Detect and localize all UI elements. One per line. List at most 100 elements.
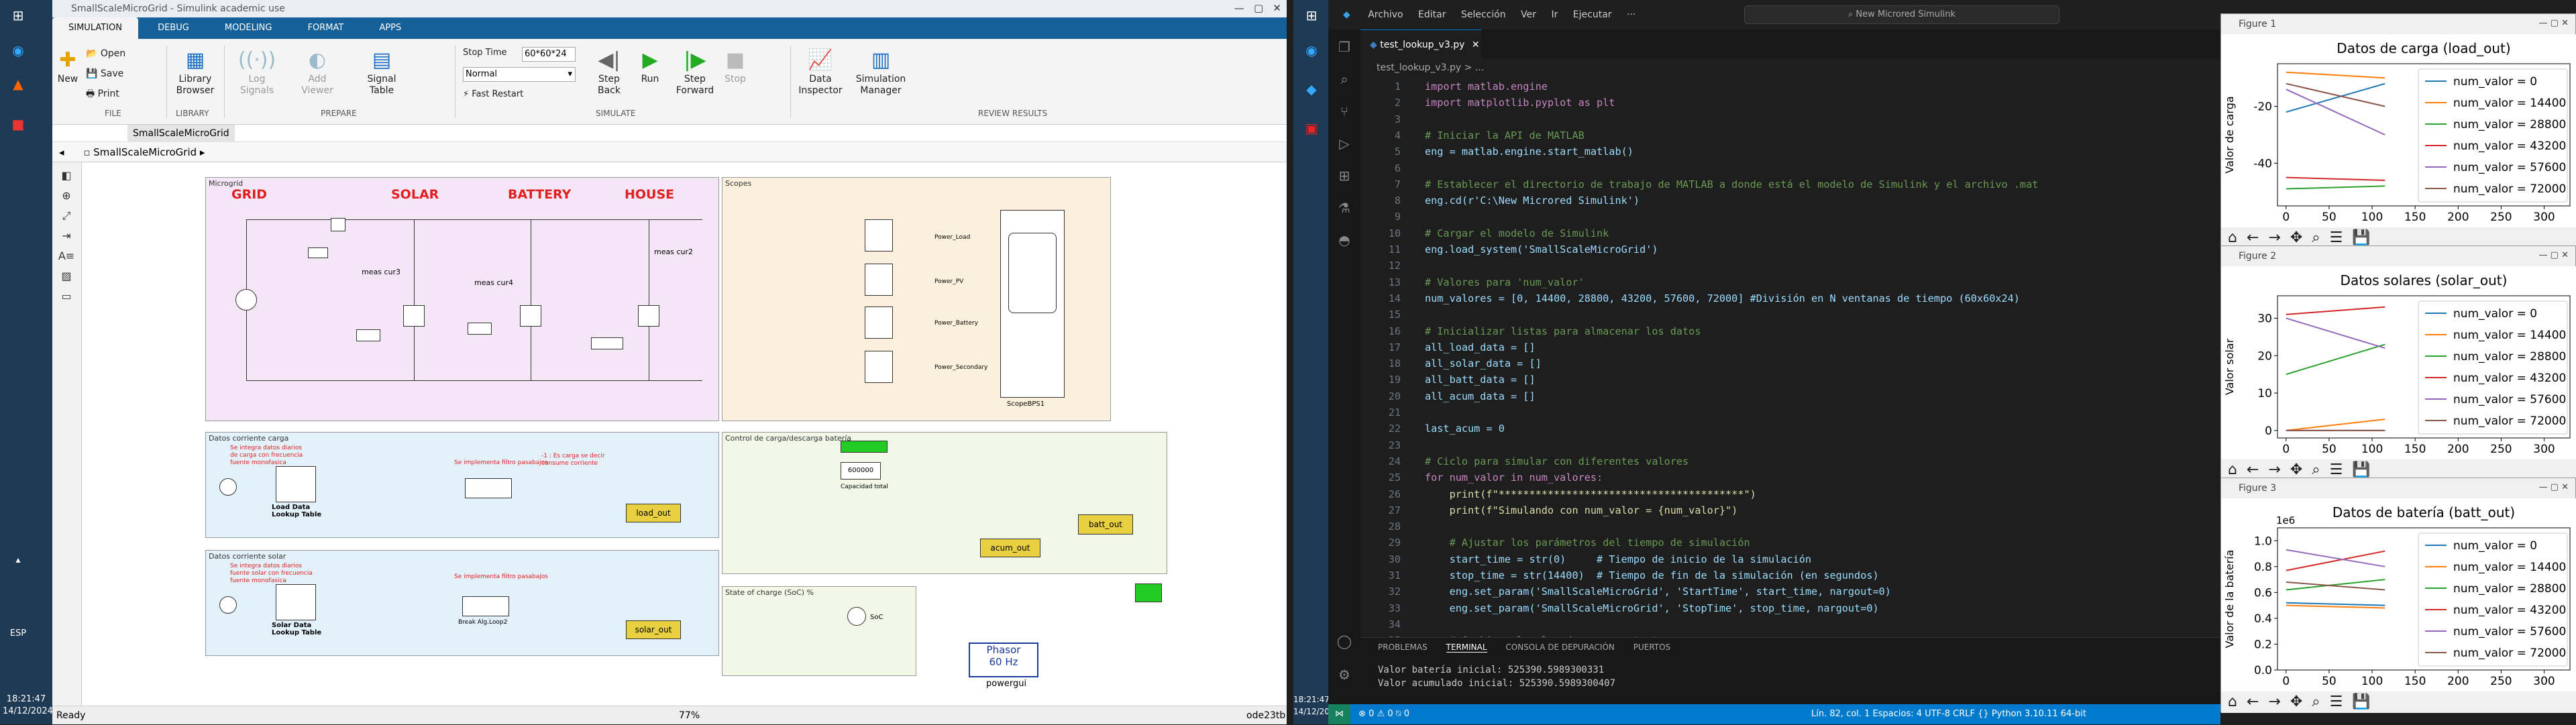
back-icon[interactable]: ← <box>2247 229 2259 246</box>
search-icon[interactable]: ⌕ <box>1336 71 1352 87</box>
simulink-icon[interactable]: ■ <box>8 114 28 134</box>
code-line[interactable]: stop_time = str(14400) # Tiempo de fin d… <box>1425 569 1879 581</box>
annotate-icon[interactable]: A≡ <box>58 249 75 266</box>
model-canvas[interactable]: Microgrid GRID SOLAR BATTERY HOUSE meas … <box>82 162 1285 706</box>
code-line[interactable]: print(f"********************************… <box>1425 488 1756 500</box>
code-line[interactable]: # Iniciar la API de MATLAB <box>1425 129 1585 142</box>
save-icon[interactable]: 💾 <box>2352 461 2370 478</box>
solar-out-block[interactable]: solar_out <box>626 620 681 639</box>
area-microgrid[interactable]: Microgrid GRID SOLAR BATTERY HOUSE meas … <box>205 177 719 421</box>
pv-block[interactable] <box>356 329 380 341</box>
load-out-block[interactable]: load_out <box>626 504 681 522</box>
tab-simulation[interactable]: SIMULATION <box>52 17 138 39</box>
power-block-2[interactable] <box>865 264 893 296</box>
break-loop-block[interactable] <box>462 596 509 616</box>
sim-mode-select[interactable]: Normal ▾ <box>463 67 576 82</box>
save-button[interactable]: 💾 Save <box>86 68 123 80</box>
ac-source-block[interactable] <box>235 289 257 311</box>
run-button[interactable]: ▶ Run <box>633 47 667 85</box>
windows-start-icon[interactable]: ⊞ <box>8 5 28 25</box>
forward-icon[interactable]: → <box>2268 229 2280 246</box>
green-display-block[interactable] <box>1135 583 1162 602</box>
menu-more[interactable]: ··· <box>1627 9 1635 20</box>
code-line[interactable]: # Ajustar los parámetros del tiempo de s… <box>1425 537 1750 549</box>
tab-modeling[interactable]: MODELING <box>209 17 288 39</box>
add-viewer-button[interactable]: ◐ Add Viewer <box>294 47 341 97</box>
code-line[interactable]: # Valores para 'num_valor' <box>1425 276 1585 288</box>
solar-lookup-block[interactable] <box>276 584 316 620</box>
code-line[interactable]: import matlab.engine <box>1425 80 1548 93</box>
zoom-icon[interactable]: ⊕ <box>58 189 75 205</box>
code-line[interactable]: import matplotlib.pyplot as plt <box>1425 97 1615 109</box>
code-line[interactable]: all_acum_data = [] <box>1425 390 1536 402</box>
display-block[interactable] <box>847 607 866 626</box>
source-control-icon[interactable]: ⑂ <box>1336 103 1352 119</box>
step-forward-button[interactable]: |▶ Step Forward <box>674 47 716 97</box>
tab-format[interactable]: FORMAT <box>292 17 360 39</box>
hide-icon[interactable]: ◧ <box>58 169 75 185</box>
close-icon[interactable]: ✕ <box>1472 40 1480 50</box>
panel-tab-ports[interactable]: PUERTOS <box>1633 643 1670 652</box>
code-line[interactable]: last_acum = 0 <box>1425 423 1505 435</box>
home-icon[interactable]: ⌂ <box>2228 693 2237 710</box>
area-icon[interactable]: ▭ <box>58 290 75 306</box>
explorer-icon[interactable]: ❐ <box>1336 39 1352 55</box>
plot-area[interactable]: Datos solares (solar_out) 0 50 100 150 200 250… <box>2221 266 2576 459</box>
acum-out-block[interactable]: acum_out <box>980 539 1040 557</box>
configure-icon[interactable]: ☰ <box>2330 229 2343 246</box>
batt-block[interactable] <box>468 323 492 335</box>
capacity-constant[interactable]: 600000 <box>841 462 881 480</box>
vsen-block[interactable] <box>308 247 328 258</box>
testing-icon[interactable]: ⚗ <box>1336 200 1352 216</box>
image-icon[interactable]: ▨ <box>58 270 75 286</box>
editor-tab[interactable]: ◆ test_lookup_v3.py ✕ <box>1360 30 1481 59</box>
zoom-icon[interactable]: ⌕ <box>2312 693 2320 710</box>
sim-manager-button[interactable]: ▥ Simulation Manager <box>851 47 911 97</box>
breadcrumb[interactable]: test_lookup_v3.py > ... <box>1360 59 2220 76</box>
code-line[interactable]: print(f"Simulando con num_valor = {num_v… <box>1425 504 1738 516</box>
plot-area[interactable]: Datos de batería (batt_out) 0 50 100 150 200 2… <box>2221 498 2576 691</box>
zoom-icon[interactable]: ⌕ <box>2312 229 2320 246</box>
sum-block[interactable] <box>331 218 345 231</box>
house-current-source[interactable] <box>638 305 659 327</box>
power-block-4[interactable] <box>865 351 893 383</box>
edge-icon[interactable]: ◉ <box>8 40 28 60</box>
account-icon[interactable]: ◯ <box>1336 633 1352 649</box>
load-lookup-block[interactable] <box>276 466 316 502</box>
code-line[interactable]: num_valores = [0, 14400, 28800, 43200, 5… <box>1425 292 2020 304</box>
tab-apps[interactable]: APPS <box>363 17 417 39</box>
menu-ejecutar[interactable]: Ejecutar <box>1573 9 1612 20</box>
code-editor[interactable]: 1 import matlab.engine 2 import matplotlib.… <box>1360 76 2220 647</box>
python-icon[interactable]: ◓ <box>1336 232 1352 248</box>
code-line[interactable]: eng.set_param('SmallScaleMicroGrid', 'St… <box>1425 602 1879 614</box>
forward-icon[interactable]: → <box>2268 461 2280 478</box>
lang-indicator[interactable]: ESP <box>8 624 28 644</box>
panel-tab-terminal[interactable]: TERMINAL <box>1446 643 1487 653</box>
panel-tab-problems[interactable]: PROBLEMAS <box>1378 643 1428 652</box>
clock[interactable]: 18:21:47 14/12/2024 <box>3 693 53 718</box>
arrow-icon[interactable]: ⇥ <box>58 229 75 245</box>
panel-tab-debug-console[interactable]: CONSOLA DE DEPURACIÓN <box>1505 643 1615 652</box>
clock-block[interactable] <box>219 596 237 614</box>
save-icon[interactable]: 💾 <box>2352 693 2370 710</box>
menu-editar[interactable]: Editar <box>1418 9 1446 20</box>
code-line[interactable]: all_load_data = [] <box>1425 341 1536 353</box>
batt-out-block[interactable]: batt_out <box>1078 514 1133 535</box>
back-icon[interactable]: ◂ <box>59 146 64 158</box>
step-back-button[interactable]: ◀| Step Back <box>589 47 629 97</box>
code-line[interactable]: # Cargar el modelo de Simulink <box>1425 227 1609 239</box>
window-controls[interactable]: — ▢ ✕ <box>2539 18 2569 28</box>
signal-table-button[interactable]: ▤ Signal Table <box>358 47 405 97</box>
home-icon[interactable]: ⌂ <box>2228 461 2237 478</box>
power-block-3[interactable] <box>865 306 893 339</box>
configure-icon[interactable]: ☰ <box>2330 461 2343 478</box>
status-solver[interactable]: ode23tb <box>1246 706 1285 725</box>
run-debug-icon[interactable]: ▷ <box>1336 135 1352 152</box>
area-soc[interactable]: State of charge (SoC) % SoC <box>722 586 916 676</box>
area-scopes[interactable]: Scopes ScopeBPS1 Power_Load Power_PV Pow… <box>722 177 1111 421</box>
code-line[interactable]: # Establecer el directorio de trabajo de… <box>1425 178 2038 190</box>
plot-area[interactable]: Datos de carga (load_out) 0 50 100 150 200 250… <box>2221 34 2576 227</box>
model-tab[interactable]: SmallScaleMicroGrid <box>127 125 235 142</box>
menu-archivo[interactable]: Archivo <box>1368 9 1403 20</box>
figure-window[interactable]: Figure 2 — ▢ ✕ Datos solares (solar_out) 0 5… <box>2220 245 2576 481</box>
